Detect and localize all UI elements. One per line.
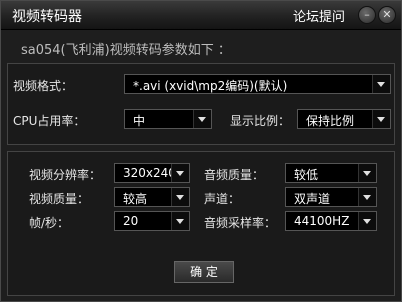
display-ratio-select[interactable]: 保持比例 bbox=[297, 109, 391, 129]
sample-rate-select[interactable]: 44100HZ bbox=[285, 211, 377, 231]
channel-value: 双声道 bbox=[294, 192, 331, 206]
channel-select[interactable]: 双声道 bbox=[285, 187, 377, 207]
chevron-down-icon[interactable] bbox=[171, 212, 189, 230]
title-bar[interactable]: 视频转码器 论坛提问 – ✕ bbox=[1, 1, 401, 30]
cpu-usage-label: CPU占用率： bbox=[13, 114, 86, 128]
resolution-select[interactable]: 320x240 bbox=[114, 163, 190, 183]
sample-rate-value: 44100HZ bbox=[294, 214, 350, 228]
forum-question-link[interactable]: 论坛提问 bbox=[293, 6, 345, 25]
display-ratio-label: 显示比例： bbox=[230, 114, 291, 128]
chevron-down-icon[interactable] bbox=[372, 110, 390, 128]
cpu-usage-select[interactable]: 中 bbox=[124, 109, 212, 129]
window-title: 视频转码器 bbox=[12, 9, 82, 25]
chevron-down-icon[interactable] bbox=[171, 164, 189, 182]
video-format-value: *.avi (xvid\mp2编码)(默认) bbox=[133, 79, 288, 93]
fps-select[interactable]: 20 bbox=[114, 211, 190, 231]
sample-rate-label: 音频采样率： bbox=[204, 216, 277, 230]
fps-label: 帧/秒： bbox=[29, 216, 70, 230]
video-quality-value: 较高 bbox=[123, 192, 148, 206]
chevron-down-icon[interactable] bbox=[358, 212, 376, 230]
video-quality-label: 视频质量： bbox=[29, 192, 90, 206]
audio-quality-select[interactable]: 较低 bbox=[285, 163, 377, 183]
chevron-down-icon[interactable] bbox=[358, 164, 376, 182]
video-format-label: 视频格式： bbox=[13, 79, 74, 93]
device-subtitle: sa054(飞利浦)视频转码参数如下 ： bbox=[21, 43, 231, 58]
transcoder-window: 视频转码器 论坛提问 – ✕ sa054(飞利浦)视频转码参数如下 ： 视频格式… bbox=[0, 0, 402, 302]
chevron-down-icon[interactable] bbox=[372, 75, 390, 93]
display-ratio-value: 保持比例 bbox=[306, 114, 355, 128]
fps-value: 20 bbox=[123, 214, 139, 228]
close-icon[interactable]: ✕ bbox=[378, 6, 396, 24]
chevron-down-icon[interactable] bbox=[193, 110, 211, 128]
video-quality-select[interactable]: 较高 bbox=[114, 187, 190, 207]
resolution-label: 视频分辨率： bbox=[29, 168, 102, 182]
chevron-down-icon[interactable] bbox=[171, 188, 189, 206]
audio-quality-value: 较低 bbox=[294, 168, 319, 182]
channel-label: 声道： bbox=[204, 192, 241, 206]
ok-button[interactable]: 确 定 bbox=[174, 261, 234, 283]
audio-quality-label: 音频质量： bbox=[204, 168, 265, 182]
chevron-down-icon[interactable] bbox=[358, 188, 376, 206]
video-format-select[interactable]: *.avi (xvid\mp2编码)(默认) bbox=[124, 74, 391, 94]
cpu-usage-value: 中 bbox=[133, 114, 146, 128]
resolution-value: 320x240 bbox=[123, 166, 176, 180]
minimize-icon[interactable]: – bbox=[358, 6, 376, 24]
